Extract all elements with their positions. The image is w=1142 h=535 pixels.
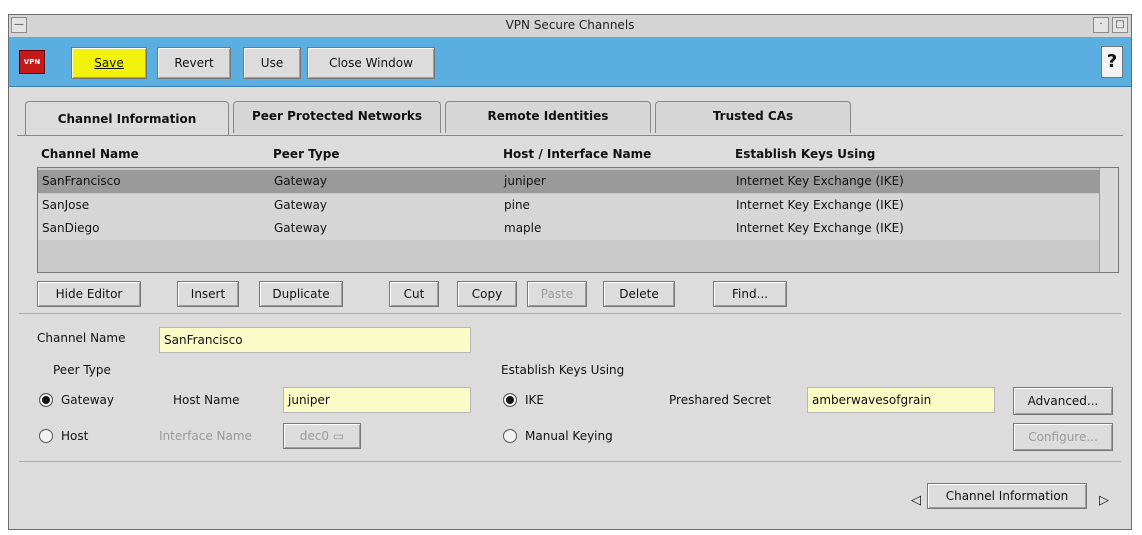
cell-channel-name: SanJose bbox=[42, 198, 90, 212]
gateway-label: Gateway bbox=[61, 393, 115, 407]
channel-name-field[interactable]: SanFrancisco bbox=[159, 327, 471, 353]
cell-keys: Internet Key Exchange (IKE) bbox=[736, 221, 904, 235]
ike-radio[interactable] bbox=[503, 393, 517, 407]
tab-remote-identities[interactable]: Remote Identities bbox=[445, 101, 651, 133]
channel-name-label: Channel Name bbox=[37, 331, 126, 345]
interface-value: dec0 bbox=[299, 429, 330, 443]
table-row[interactable]: SanFrancisco Gateway juniper Internet Ke… bbox=[38, 170, 1100, 193]
host-name-field[interactable]: juniper bbox=[283, 387, 471, 413]
delete-button[interactable]: Delete bbox=[603, 281, 675, 307]
tab-label: Peer Protected Networks bbox=[251, 109, 423, 123]
preshared-secret-field[interactable]: amberwavesofgrain bbox=[807, 387, 995, 413]
col-header-peer-type[interactable]: Peer Type bbox=[273, 147, 339, 161]
establish-keys-label: Establish Keys Using bbox=[501, 363, 625, 377]
revert-label: Revert bbox=[174, 56, 214, 70]
cell-channel-name: SanFrancisco bbox=[42, 174, 121, 188]
preshared-secret-label: Preshared Secret bbox=[669, 393, 772, 407]
tab-label: Channel Information bbox=[57, 112, 197, 126]
manual-keying-label: Manual Keying bbox=[525, 429, 613, 443]
cell-keys: Internet Key Exchange (IKE) bbox=[736, 174, 904, 188]
tab-trusted-cas[interactable]: Trusted CAs bbox=[655, 101, 851, 133]
channel-list[interactable]: SanFrancisco Gateway juniper Internet Ke… bbox=[37, 167, 1119, 273]
table-row[interactable]: SanDiego Gateway maple Internet Key Exch… bbox=[38, 217, 1100, 240]
tab-label: Trusted CAs bbox=[712, 109, 794, 123]
list-scrollbar[interactable] bbox=[1099, 168, 1118, 272]
footer-separator bbox=[19, 461, 1121, 462]
close-window-label: Close Window bbox=[329, 56, 413, 70]
tab-label: Remote Identities bbox=[487, 109, 609, 123]
save-button[interactable]: Save bbox=[71, 47, 147, 79]
toolbar: VPN Save Revert Use Close Window ? bbox=[9, 38, 1131, 87]
window-title: VPN Secure Channels bbox=[505, 18, 635, 32]
advanced-button[interactable]: Advanced... bbox=[1013, 387, 1113, 415]
col-header-host-interface[interactable]: Host / Interface Name bbox=[503, 147, 651, 161]
cut-button[interactable]: Cut bbox=[389, 281, 439, 307]
cell-channel-name: SanDiego bbox=[42, 221, 100, 235]
editor-separator bbox=[19, 313, 1121, 314]
vpn-logo-icon: VPN bbox=[19, 50, 45, 74]
hide-editor-button[interactable]: Hide Editor bbox=[37, 281, 141, 307]
find-button[interactable]: Find... bbox=[713, 281, 787, 307]
use-button[interactable]: Use bbox=[243, 47, 301, 79]
cell-host: maple bbox=[504, 221, 542, 235]
col-header-channel-name[interactable]: Channel Name bbox=[41, 147, 139, 161]
close-window-button[interactable]: Close Window bbox=[307, 47, 435, 79]
cell-host: pine bbox=[504, 198, 530, 212]
minimize-icon[interactable]: · bbox=[1093, 17, 1109, 33]
cell-peer-type: Gateway bbox=[274, 198, 328, 212]
next-page-icon[interactable]: ▷ bbox=[1099, 493, 1109, 508]
host-label: Host bbox=[61, 429, 89, 443]
paste-button[interactable]: Paste bbox=[527, 281, 587, 307]
cell-keys: Internet Key Exchange (IKE) bbox=[736, 198, 904, 212]
prev-page-icon[interactable]: ◁ bbox=[911, 493, 921, 508]
configure-button[interactable]: Configure... bbox=[1013, 423, 1113, 451]
use-label: Use bbox=[260, 56, 284, 70]
title-bar: — VPN Secure Channels · □ bbox=[9, 15, 1131, 38]
cell-peer-type: Gateway bbox=[274, 174, 328, 188]
tab-underline bbox=[17, 135, 1123, 136]
col-header-establish-keys[interactable]: Establish Keys Using bbox=[735, 147, 875, 161]
host-name-label: Host Name bbox=[173, 393, 240, 407]
host-radio[interactable] bbox=[39, 429, 53, 443]
cell-peer-type: Gateway bbox=[274, 221, 328, 235]
duplicate-button[interactable]: Duplicate bbox=[259, 281, 343, 307]
interface-name-label: Interface Name bbox=[159, 429, 252, 443]
help-button[interactable]: ? bbox=[1101, 46, 1123, 78]
gateway-radio[interactable] bbox=[39, 393, 53, 407]
maximize-icon[interactable]: □ bbox=[1112, 17, 1128, 33]
table-row[interactable]: SanJose Gateway pine Internet Key Exchan… bbox=[38, 194, 1100, 217]
cell-host: juniper bbox=[504, 174, 546, 188]
vpn-window: — VPN Secure Channels · □ VPN Save Rever… bbox=[8, 14, 1132, 530]
tab-channel-information[interactable]: Channel Information bbox=[25, 101, 229, 135]
insert-button[interactable]: Insert bbox=[177, 281, 239, 307]
revert-button[interactable]: Revert bbox=[157, 47, 231, 79]
copy-button[interactable]: Copy bbox=[457, 281, 517, 307]
save-label: Save bbox=[94, 56, 124, 70]
page-indicator: Channel Information bbox=[927, 483, 1087, 509]
tab-peer-protected-networks[interactable]: Peer Protected Networks bbox=[233, 101, 441, 133]
dropdown-icon: ▭ bbox=[332, 429, 345, 443]
peer-type-label: Peer Type bbox=[53, 363, 111, 377]
manual-keying-radio[interactable] bbox=[503, 429, 517, 443]
ike-label: IKE bbox=[525, 393, 544, 407]
interface-dropdown[interactable]: dec0 ▭ bbox=[283, 423, 361, 449]
